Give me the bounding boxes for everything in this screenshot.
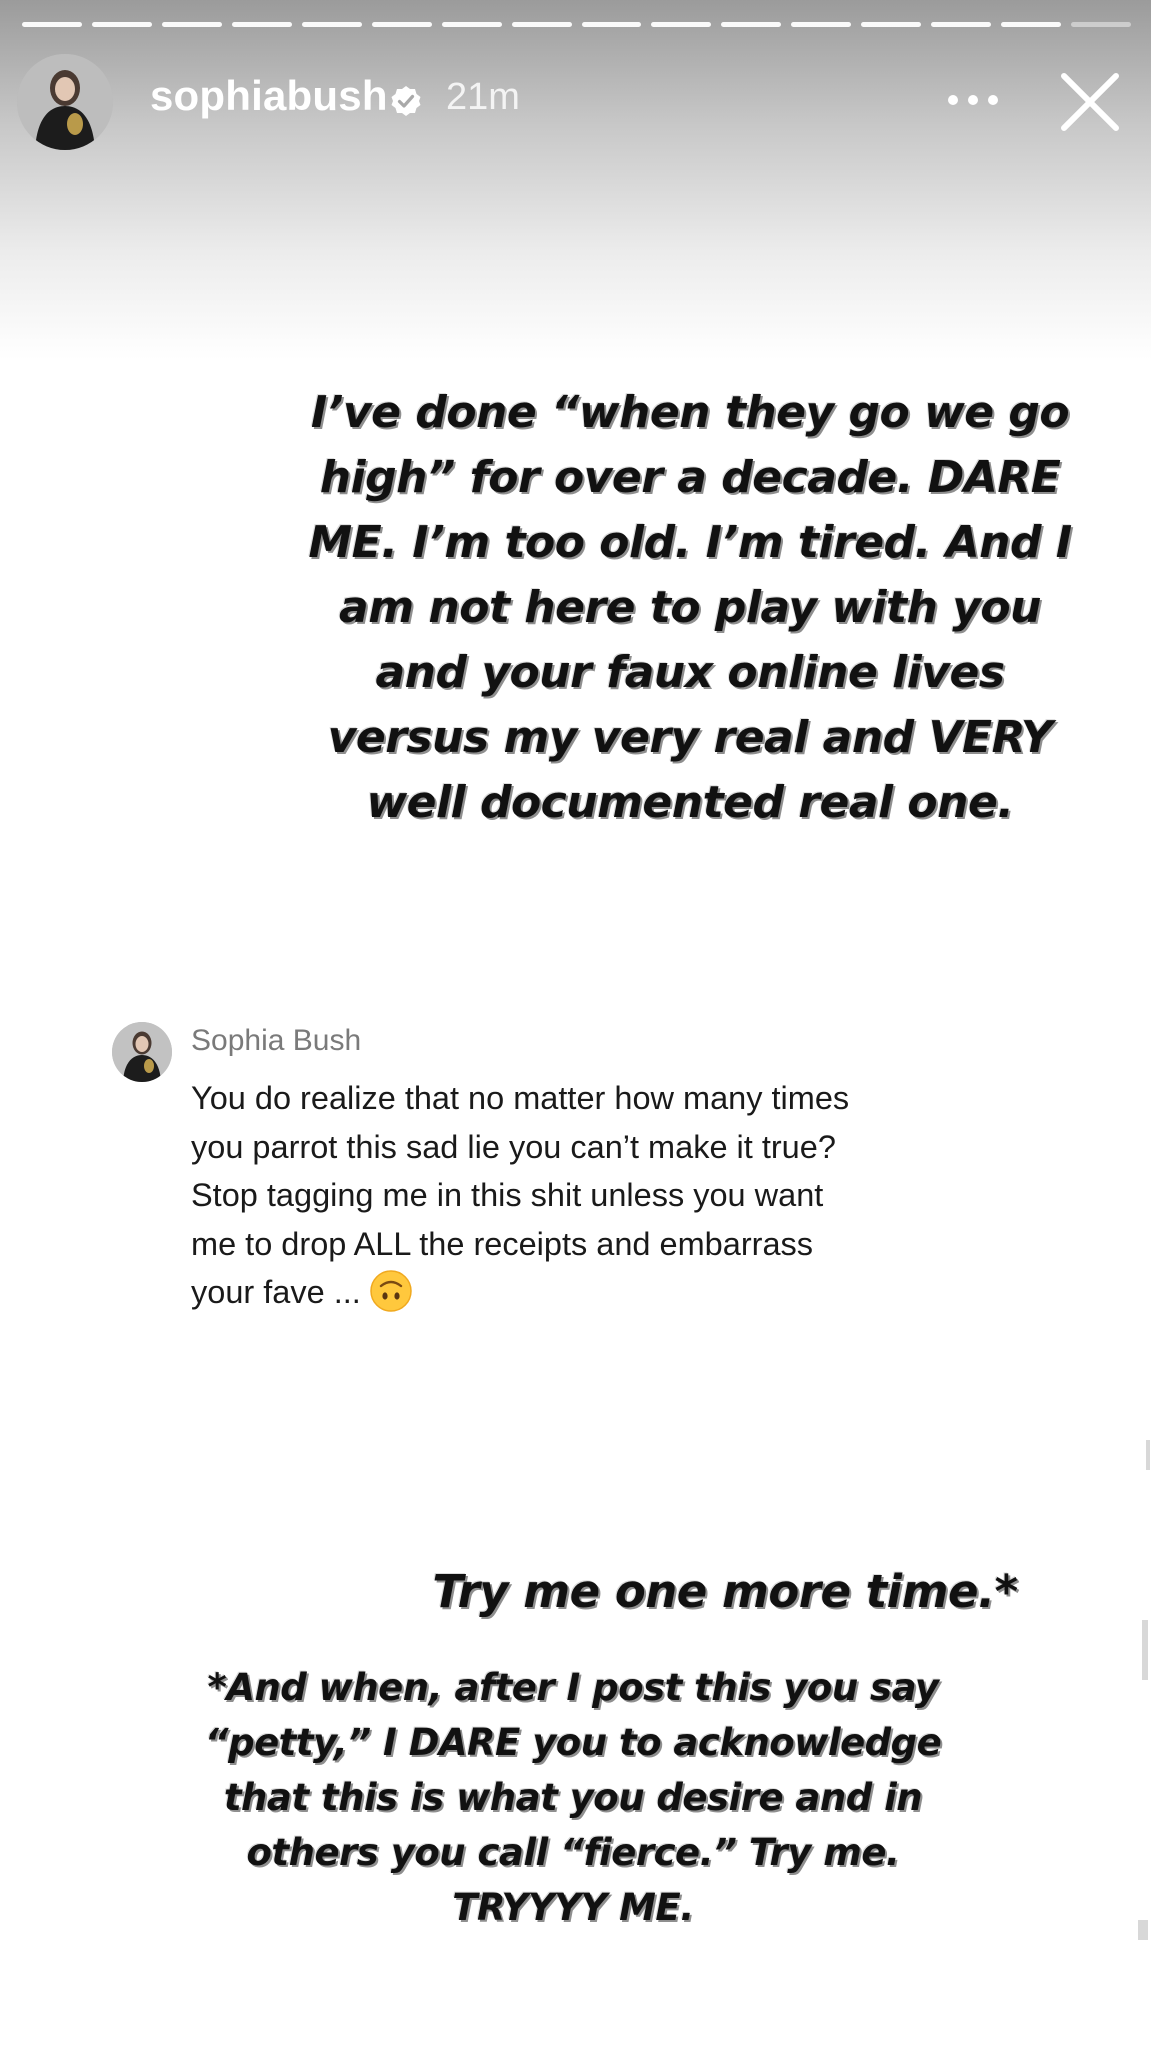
- story-username[interactable]: sophiabush: [150, 72, 388, 120]
- verified-badge-icon: [391, 86, 421, 116]
- progress-segment: [931, 22, 992, 27]
- statement-line: high” for over a decade. DARE: [319, 452, 1061, 503]
- profile-avatar[interactable]: [17, 54, 113, 150]
- comment-avatar: [112, 1022, 172, 1082]
- progress-segment: [371, 22, 432, 27]
- more-options-icon[interactable]: [944, 88, 1002, 112]
- progress-segment: [1001, 22, 1062, 27]
- story-progress-bar: [22, 22, 1131, 27]
- progress-segment: [231, 22, 292, 27]
- top-gradient-overlay: [0, 0, 1151, 360]
- comment-body: You do realize that no matter how many t…: [191, 1074, 1011, 1317]
- progress-segment: [161, 22, 222, 27]
- try-me-headline: Try me one more time.*: [432, 1565, 1018, 1618]
- comment-line: Stop tagging me in this shit unless you …: [191, 1177, 824, 1213]
- progress-segment: [791, 22, 852, 27]
- progress-segment: [511, 22, 572, 27]
- progress-segment: [861, 22, 922, 27]
- statement-line: ME. I’m too old. I’m tired. And I: [308, 517, 1072, 568]
- close-icon[interactable]: [1058, 70, 1122, 134]
- footnote-line: “petty,” I DARE you to acknowledge: [204, 1721, 942, 1764]
- statement-line: versus my very real and VERY: [327, 712, 1053, 763]
- edge-artifact: [1142, 1620, 1148, 1680]
- footnote-text: *And when, after I post this you say “pe…: [178, 1660, 968, 1935]
- progress-segment: [91, 22, 152, 27]
- comment-line: me to drop ALL the receipts and embarras…: [191, 1225, 814, 1262]
- statement-line: am not here to play with you: [339, 582, 1041, 633]
- comment-author: Sophia Bush: [191, 1024, 362, 1057]
- progress-segment: [581, 22, 642, 27]
- statement-line: I’ve done “when they go we go: [310, 387, 1070, 438]
- progress-segment: [1071, 22, 1131, 27]
- progress-segment: [721, 22, 782, 27]
- footnote-line: that this is what you desire and in: [223, 1776, 923, 1819]
- upside-down-face-emoji-icon: [370, 1270, 412, 1313]
- progress-segment: [651, 22, 712, 27]
- main-statement-text: I’ve done “when they go we go high” for …: [295, 380, 1085, 835]
- story-viewer[interactable]: sophiabush 21m I’ve done “when they go w…: [0, 0, 1151, 2047]
- footnote-line: *And when, after I post this you say: [207, 1666, 939, 1709]
- edge-artifact: [1138, 1920, 1148, 1940]
- edge-artifact: [1146, 1440, 1150, 1470]
- footnote-line: TRYYYY ME.: [452, 1886, 694, 1929]
- progress-segment: [301, 22, 362, 27]
- story-timestamp: 21m: [446, 76, 520, 118]
- progress-segment: [22, 22, 82, 27]
- statement-line: well documented real one.: [366, 777, 1014, 828]
- statement-line: and your faux online lives: [375, 647, 1005, 698]
- footnote-line: others you call “fierce.” Try me.: [246, 1831, 900, 1874]
- comment-avatar-image: [112, 1022, 172, 1082]
- profile-avatar-image: [17, 54, 113, 150]
- comment-line-text: your fave ...: [191, 1274, 361, 1310]
- comment-line: You do realize that no matter how many t…: [191, 1080, 850, 1116]
- progress-segment: [441, 22, 502, 27]
- comment-line: you parrot this sad lie you can’t make i…: [191, 1128, 836, 1165]
- comment-line: your fave ...: [191, 1268, 1011, 1317]
